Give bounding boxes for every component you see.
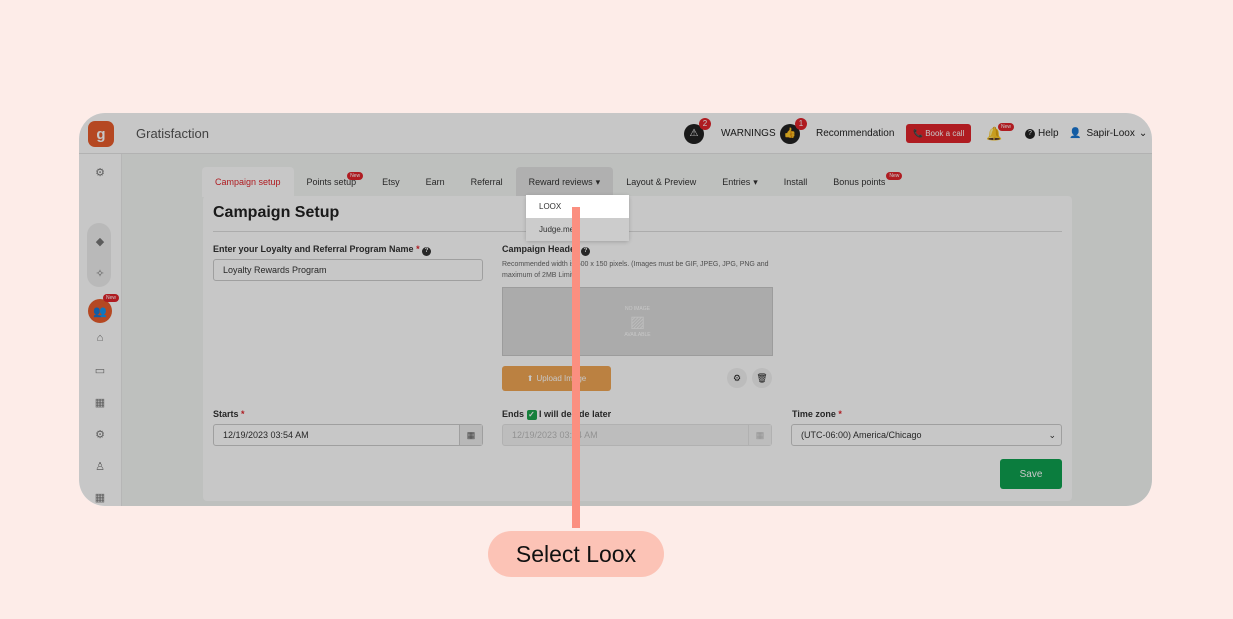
upload-image-button[interactable]: ⬆ Upload Image [502,366,611,391]
tab-points-setup[interactable]: Points setup New [294,167,370,197]
starts-label-text: Starts [213,409,239,419]
new-badge: New [103,294,120,302]
phone-icon: 📞 [913,129,926,138]
warnings-label: WARNINGS [721,128,776,139]
apps-icon[interactable]: ▦ [91,488,109,506]
sidebar: ⚙ ◆ ✧ 👥 New ⌂ ▭ ▦ ⚙ ♙ ▦ [79,154,122,506]
program-name-input[interactable]: Loyalty Rewards Program [213,259,483,281]
tab-label: Reward reviews [528,177,593,187]
recommendation-count: 1 [795,117,807,130]
image-settings-button[interactable]: ⚙ [727,368,747,388]
diamond-icon[interactable]: ◆ [91,232,109,250]
grid-icon[interactable]: ▦ [91,393,109,411]
callout-label: Select Loox [488,531,664,577]
help-label: Help [1038,128,1059,139]
gear-icon: ⚙ [732,372,742,383]
starts-value: 12/19/2023 03:54 AM [223,430,309,440]
tab-label: Campaign setup [215,177,281,187]
warnings-count: 2 [699,117,711,130]
users-icon[interactable]: 👥 [88,299,112,323]
bank-icon[interactable]: ⌂ [91,329,109,347]
trash-icon: 🗑 [756,372,768,383]
caret-down-icon: ▾ [595,176,601,187]
warnings-button[interactable]: ⚠ 2 WARNINGS [684,113,776,154]
save-button[interactable]: Save [1000,459,1062,489]
starts-label: Starts * [213,409,245,419]
person-icon[interactable]: ♙ [91,457,109,475]
main-content: Campaign setup Points setup New Etsy Earn… [122,154,1152,506]
ends-label-text: Ends [502,409,525,419]
no-image-text-bottom: AVAILABLE [624,331,651,338]
user-menu[interactable]: 👤 Sapir-Loox ⌄ [1069,113,1147,154]
new-badge: New [998,123,1015,131]
tab-label: Entries [722,177,751,187]
calendar-icon: ▦ [748,425,771,445]
ends-later-checkbox[interactable]: ✓ [526,409,537,420]
app-logo[interactable]: g [88,121,114,147]
callout-pointer [572,207,580,528]
caret-down-icon: ▾ [753,176,758,187]
sparkle-icon[interactable]: ✧ [91,264,109,282]
warning-icon: ⚠ 2 [684,117,711,144]
program-name-label-text: Enter your Loyalty and Referral Program … [213,244,414,254]
delete-image-button[interactable]: 🗑 [752,368,772,388]
tab-bar: Campaign setup Points setup New Etsy Earn… [202,167,903,197]
gear-icon[interactable]: ⚙ [91,425,109,443]
header-image-placeholder: NO IMAGE ▨ AVAILABLE [502,287,773,356]
starts-input[interactable]: 12/19/2023 03:54 AM ▦ [213,424,483,446]
settings-icon[interactable]: ⚙ [91,163,109,181]
tab-referral[interactable]: Referral [458,167,516,197]
book-call-label: Book a call [925,129,965,138]
user-icon: 👤 [1069,128,1082,139]
timezone-label-text: Time zone [792,409,836,419]
tab-layout-preview[interactable]: Layout & Preview [613,167,709,197]
tab-install[interactable]: Install [771,167,821,197]
tab-label: Etsy [382,177,400,187]
help-button[interactable]: ? Help [1025,113,1059,154]
tab-earn[interactable]: Earn [413,167,458,197]
new-badge: New [347,172,364,180]
thumbs-up-icon: 👍 1 [780,117,807,144]
recommendation-button[interactable]: 👍 1 Recommendation [780,113,894,154]
user-name: Sapir-Loox [1086,128,1135,139]
ends-input: 12/19/2023 03:54 AM ▦ [502,424,772,446]
ticket-icon[interactable]: ▭ [91,361,109,379]
tab-label: Earn [425,177,445,187]
app-window: g Gratisfaction ⚠ 2 WARNINGS 👍 1 Recommend… [79,113,1152,506]
calendar-icon[interactable]: ▦ [459,425,482,445]
timezone-value: (UTC-06:00) America/Chicago [801,430,922,440]
book-call-button[interactable]: 📞 Book a call [906,113,972,154]
notifications-button[interactable]: 🔔 New [986,113,1015,154]
chevron-down-icon: ⌄ [1138,128,1148,139]
help-icon: ? [1025,128,1035,139]
brand-name: Gratisfaction [136,126,209,141]
help-icon: ? [581,247,591,256]
tab-label: Layout & Preview [626,177,697,187]
upload-icon: ⬆ [526,374,534,383]
tab-campaign-setup[interactable]: Campaign setup [202,167,294,197]
campaign-header-label-text: Campaign Header [502,244,579,254]
tab-label: Referral [470,177,503,187]
program-name-label: Enter your Loyalty and Referral Program … [213,244,432,256]
divider [213,231,1062,232]
ends-label: Ends ✓ I will decide later [502,409,611,420]
tab-etsy[interactable]: Etsy [369,167,413,197]
tab-bonus-points[interactable]: Bonus points New [820,167,903,197]
campaign-header-hint: Recommended width is 600 x 150 pixels. (… [502,261,769,279]
image-icon: ▨ [629,313,646,331]
tab-label: Bonus points [833,177,886,187]
new-badge: New [886,172,903,180]
recommendation-label: Recommendation [816,128,895,139]
help-icon: ? [422,247,432,256]
timezone-select[interactable]: (UTC-06:00) America/Chicago ⌄ [791,424,1062,446]
timezone-label: Time zone * [792,409,842,419]
tab-reward-reviews[interactable]: Reward reviews ▾ [515,167,614,197]
page-title: Campaign Setup [213,204,340,221]
top-bar: g Gratisfaction ⚠ 2 WARNINGS 👍 1 Recommend… [79,113,1152,154]
tab-label: Install [783,177,808,187]
tab-entries[interactable]: Entries ▾ [709,167,771,197]
campaign-card: Campaign Setup Enter your Loyalty and Re… [203,196,1072,501]
ends-value: 12/19/2023 03:54 AM [512,430,598,440]
chevron-down-icon: ⌄ [1048,429,1056,440]
